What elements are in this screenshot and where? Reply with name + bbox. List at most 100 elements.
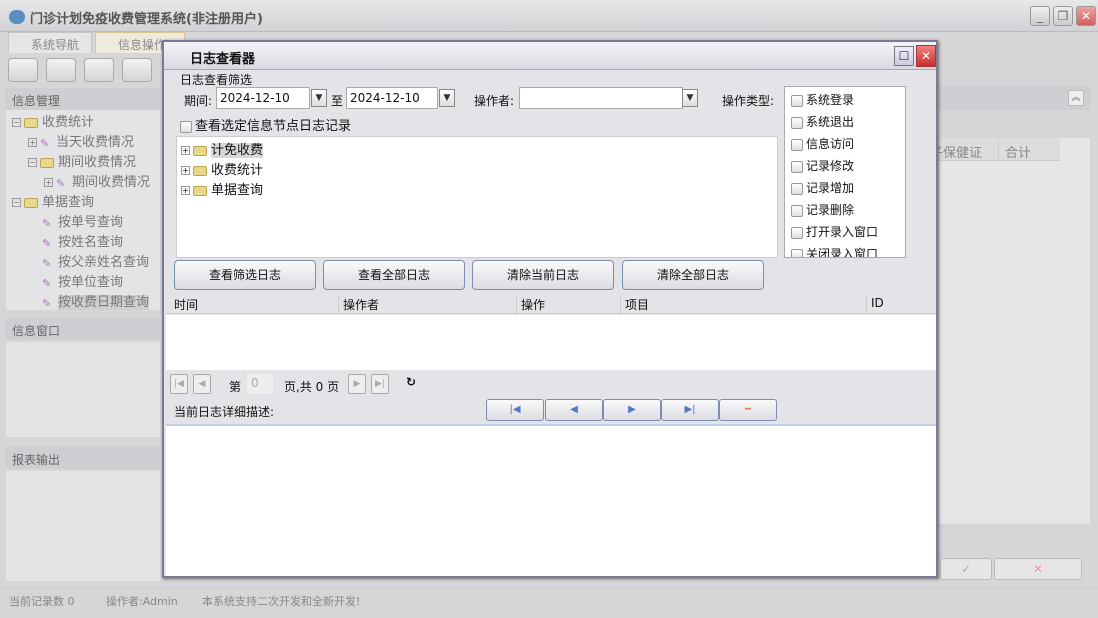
dialog-node-tree: + 计免收费 + 收费统计 + 单据查询 <box>176 136 778 258</box>
app-title-bar: 门诊计划免疫收费管理系统(非注册用户) _ ❐ ✕ <box>0 0 1098 32</box>
checkbox[interactable] <box>791 138 803 151</box>
operator-status: 操作者:Admin <box>106 595 178 608</box>
info-window-header: 信息窗口 <box>6 318 160 340</box>
operator-select[interactable] <box>519 87 683 109</box>
tree-node[interactable]: + ✎ 期间收费情况 <box>44 171 150 190</box>
pager-prefix: 第 <box>229 380 242 394</box>
list-tool-button[interactable] <box>46 58 76 82</box>
last-page-button[interactable]: ▶| <box>371 374 389 394</box>
next-record-button[interactable]: ▶ <box>603 399 661 421</box>
tree-node[interactable]: − 单据查询 <box>12 191 94 210</box>
wand-icon: ✎ <box>56 176 66 190</box>
right-grid-header: 子保健证 合计 <box>930 138 1060 161</box>
nav-tree: − 收费统计 + ✎ 当天收费情况 − 期间收费情况 + ✎ 期间收费情况 − 单据查询 ✎ 按… <box>6 110 160 310</box>
user-tool-button[interactable] <box>122 58 152 82</box>
log-viewer-dialog: 日志查看器 ☐ ✕ 日志查看筛选 期间: 2024-12-10 ▼ 至 2024… <box>162 40 938 578</box>
column-header[interactable]: 操作 <box>516 296 545 314</box>
tree-node[interactable]: − 收费统计 <box>12 111 94 130</box>
first-record-button[interactable]: |◀ <box>486 399 544 421</box>
date-from-dropdown[interactable]: ▼ <box>311 89 327 107</box>
info-window-panel <box>6 342 160 437</box>
dialog-title: 日志查看器 <box>190 52 256 67</box>
to-label: 至 <box>331 94 344 108</box>
restore-button[interactable]: ❐ <box>1053 6 1073 26</box>
maximize-button[interactable]: ☐ <box>894 46 914 66</box>
op-type-option[interactable]: 记录增加 <box>785 175 905 197</box>
checkbox[interactable] <box>791 116 803 129</box>
minimize-button[interactable]: _ <box>1030 6 1050 26</box>
date-to-input[interactable]: 2024-12-10 <box>346 87 438 109</box>
wand-icon: ✎ <box>42 296 52 310</box>
right-grid <box>930 138 1090 524</box>
checkbox[interactable] <box>791 226 803 239</box>
prev-record-button[interactable]: ◀ <box>545 399 603 421</box>
search-tool-button[interactable] <box>8 58 38 82</box>
tree-node[interactable]: − 期间收费情况 <box>28 151 136 170</box>
tab-system-nav[interactable]: 系统导航 <box>8 32 92 53</box>
op-type-option[interactable]: 信息访问 <box>785 131 905 153</box>
page-number-input[interactable]: 0 <box>247 374 273 394</box>
checkbox[interactable] <box>791 94 803 107</box>
op-type-option[interactable]: 打开录入窗口 <box>785 219 905 241</box>
checkbox[interactable] <box>791 182 803 195</box>
clear-all-logs-button[interactable]: 清除全部日志 <box>622 260 764 290</box>
operator-label: 操作者: <box>474 94 515 108</box>
node-log-checkbox[interactable]: 查看选定信息节点日志记录 <box>180 115 351 134</box>
tree-node[interactable]: ✎ 按姓名查询 <box>42 231 123 250</box>
op-type-option[interactable]: 记录修改 <box>785 153 905 175</box>
refresh-icon[interactable]: ↻ <box>406 375 416 389</box>
dialog-title-bar: 日志查看器 ☐ ✕ <box>164 42 936 70</box>
op-type-option[interactable]: 系统退出 <box>785 109 905 131</box>
wand-icon: ✎ <box>40 136 50 150</box>
operator-dropdown[interactable]: ▼ <box>682 89 698 107</box>
column-header[interactable]: 时间 <box>170 296 198 314</box>
report-panel <box>6 471 160 581</box>
date-to-dropdown[interactable]: ▼ <box>439 89 455 107</box>
op-type-option[interactable]: 系统登录 <box>785 87 905 109</box>
detail-label: 当前日志详细描述: <box>174 405 275 419</box>
tree-node[interactable]: ✎ 按单位查询 <box>42 271 123 290</box>
op-type-option[interactable]: 关闭录入窗口 <box>785 241 905 257</box>
next-page-button[interactable]: ▶ <box>348 374 366 394</box>
checkbox[interactable] <box>791 204 803 217</box>
status-bar: 当前记录数 0 操作者:Admin 本系统支持二次开发和全新开发! <box>0 588 1098 610</box>
prev-page-button[interactable]: ◀ <box>193 374 211 394</box>
tree-node[interactable]: + 计免收费 <box>181 139 264 158</box>
op-type-option[interactable]: 记录删除 <box>785 197 905 219</box>
tree-node[interactable]: ✎ 按收费日期查询 <box>42 291 150 310</box>
close-button[interactable]: ✕ <box>1076 6 1096 26</box>
tree-node[interactable]: + 收费统计 <box>181 159 263 178</box>
column-header[interactable]: ID <box>866 296 884 314</box>
collapse-icon[interactable]: ︽ <box>1068 90 1084 106</box>
log-detail-textarea[interactable] <box>166 424 936 576</box>
tree-node[interactable]: ✎ 按单号查询 <box>42 211 123 230</box>
column-header[interactable]: 项目 <box>620 296 649 314</box>
delete-record-button[interactable]: ━ <box>719 399 777 421</box>
wand-icon: ✎ <box>42 276 52 290</box>
tree-node[interactable]: + 单据查询 <box>181 179 263 198</box>
pager-suffix: 页,共 0 页 <box>284 380 340 394</box>
cancel-button[interactable]: ✕ <box>994 558 1082 580</box>
view-filtered-logs-button[interactable]: 查看筛选日志 <box>174 260 316 290</box>
op-type-list[interactable]: 系统登录 系统退出 信息访问 记录修改 记录增加 记录删除 打开录入窗口 关闭录… <box>784 86 906 258</box>
wand-icon: ✎ <box>42 236 52 250</box>
log-grid-body <box>166 315 936 370</box>
last-record-button[interactable]: ▶| <box>661 399 719 421</box>
tree-node[interactable]: ✎ 按父亲姓名查询 <box>42 251 149 270</box>
document-tool-button[interactable] <box>84 58 114 82</box>
ok-button[interactable]: ✓ <box>940 558 992 580</box>
filter-group-label: 日志查看筛选 <box>180 73 253 87</box>
tab-label: 系统导航 <box>31 38 80 52</box>
column-header: 合计 <box>998 138 1044 161</box>
view-all-logs-button[interactable]: 查看全部日志 <box>323 260 465 290</box>
column-header[interactable]: 操作者 <box>338 296 379 314</box>
tree-node[interactable]: + ✎ 当天收费情况 <box>28 131 134 150</box>
checkbox[interactable] <box>791 160 803 173</box>
date-from-input[interactable]: 2024-12-10 <box>216 87 310 109</box>
dialog-close-button[interactable]: ✕ <box>916 45 936 67</box>
first-page-button[interactable]: |◀ <box>170 374 188 394</box>
log-grid-header: 时间 操作者 操作 项目 ID <box>166 292 936 314</box>
checkbox[interactable] <box>180 120 192 133</box>
clear-current-log-button[interactable]: 清除当前日志 <box>472 260 614 290</box>
checkbox[interactable] <box>791 248 803 257</box>
